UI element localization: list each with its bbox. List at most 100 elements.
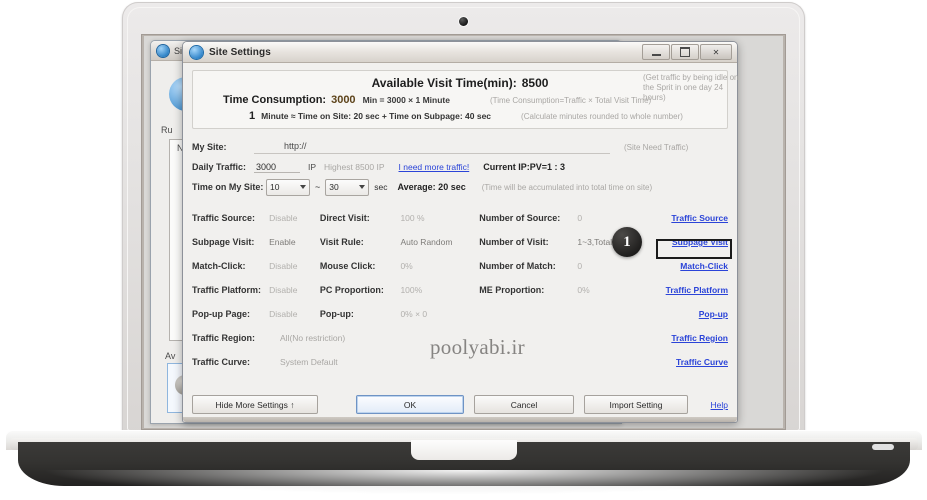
time-consumption-label: Time Consumption:	[223, 94, 327, 106]
popup-value: 0% × 0	[400, 309, 428, 319]
site-settings-icon	[190, 45, 203, 59]
available-visit-time-row: Available Visit Time(min): 8500	[201, 76, 719, 90]
settings-row-match-click: Match-Click: Disable Mouse Click: 0% Num…	[192, 254, 728, 278]
need-more-traffic-link[interactable]: I need more traffic!	[399, 162, 470, 172]
traffic-curve-link[interactable]: Traffic Curve	[676, 357, 728, 367]
popup-link[interactable]: Pop-up	[699, 309, 728, 319]
minute-number: 1	[249, 110, 256, 122]
callout-badge-1: 1	[612, 227, 642, 257]
time-range-separator: ~	[315, 182, 321, 192]
match-click-link[interactable]: Match-Click	[680, 261, 728, 271]
mouse-click-value: 0%	[400, 261, 413, 271]
minute-formula: Minute ≈ Time on Site: 20 sec + Time on …	[261, 111, 492, 121]
available-visit-time-label: Available Visit Time(min):	[371, 76, 517, 90]
subpage-visit-label: Subpage Visit:	[192, 237, 255, 247]
time-consumption-row: Time Consumption: 3000 Min = 3000 × 1 Mi…	[201, 94, 719, 106]
traffic-source-label: Traffic Source:	[192, 213, 256, 223]
popup-label: Pop-up:	[319, 309, 354, 319]
cancel-button[interactable]: Cancel	[474, 395, 574, 414]
ok-button[interactable]: OK	[356, 395, 464, 414]
daily-traffic-unit: IP	[308, 162, 317, 172]
dialog-titlebar[interactable]: Site Settings ✕	[183, 42, 737, 63]
minimize-button[interactable]	[642, 44, 670, 60]
dialog-footer: Hide More Settings ↑ OK Cancel Import Se…	[192, 395, 728, 414]
traffic-platform-link[interactable]: Traffic Platform	[666, 285, 728, 295]
import-setting-button[interactable]: Import Setting	[584, 395, 688, 414]
settings-row-popup-page: Pop-up Page: Disable Pop-up: 0% × 0 Pop-…	[192, 302, 728, 326]
number-of-visit-label: Number of Visit:	[479, 237, 549, 247]
dialog-title: Site Settings	[209, 46, 271, 58]
traffic-region-link[interactable]: Traffic Region	[671, 333, 728, 343]
average-time-text: Average: 20 sec	[397, 182, 466, 192]
number-of-source-label: Number of Source:	[479, 213, 561, 223]
number-of-match-label: Number of Match:	[479, 261, 556, 271]
close-button[interactable]: ✕	[700, 44, 732, 60]
laptop-base-glow	[40, 470, 888, 496]
my-site-label: My Site:	[192, 142, 227, 152]
direct-visit-value: 100 %	[400, 213, 425, 223]
help-link[interactable]: Help	[711, 400, 728, 410]
site-form: My Site: http:// (Site Need Traffic) Dai…	[192, 73, 738, 197]
pc-proportion-label: PC Proportion:	[319, 285, 384, 295]
time-min-value: 10	[270, 182, 280, 192]
site-settings-dialog[interactable]: Site Settings ✕ Available Visit Time(min…	[182, 41, 738, 423]
traffic-source-state: Disable	[269, 213, 298, 223]
time-max-select[interactable]: 30	[325, 178, 370, 196]
laptop-base-port	[872, 444, 894, 450]
time-min-select[interactable]: 10	[266, 178, 310, 196]
number-of-match-value: 0	[577, 261, 583, 271]
laptop-screen: Site Settings Ru Nu Av Site Settings	[144, 36, 783, 428]
chevron-down-icon	[359, 185, 366, 189]
close-icon: ✕	[712, 47, 720, 57]
maximize-button[interactable]	[671, 44, 699, 60]
daily-traffic-label: Daily Traffic:	[192, 162, 247, 172]
traffic-platform-label: Traffic Platform:	[192, 285, 262, 295]
background-label-available: Av	[165, 351, 176, 361]
visit-rule-label: Visit Rule:	[319, 237, 364, 247]
watermark: poolyabi.ir	[430, 335, 525, 359]
highest-traffic-text: Highest 8500 IP	[324, 162, 385, 172]
available-visit-time-value: 8500	[521, 76, 549, 90]
me-proportion-value: 0%	[577, 285, 590, 295]
minute-hint: (Calculate minutes rounded to whole numb…	[521, 112, 683, 121]
hide-more-settings-button[interactable]: Hide More Settings ↑	[192, 395, 318, 414]
popup-page-state: Disable	[269, 309, 298, 319]
laptop-base-notch	[411, 440, 517, 460]
popup-page-label: Pop-up Page:	[192, 309, 250, 319]
traffic-region-label: Traffic Region:	[192, 333, 256, 343]
daily-traffic-row: Daily Traffic: 3000 IP Highest 8500 IP I…	[192, 157, 728, 177]
direct-visit-label: Direct Visit:	[319, 213, 370, 223]
time-consumption-formula: Min = 3000 × 1 Minute	[362, 95, 450, 105]
mouse-click-label: Mouse Click:	[319, 261, 376, 271]
settings-row-traffic-platform: Traffic Platform: Disable PC Proportion:…	[192, 278, 728, 302]
traffic-platform-state: Disable	[269, 285, 298, 295]
minimize-icon	[651, 53, 661, 56]
time-unit-label: sec	[374, 182, 388, 192]
maximize-icon	[680, 47, 690, 57]
dialog-bottom-strip	[183, 417, 737, 422]
visit-rule-value: Auto Random	[400, 237, 453, 247]
time-consumption-hint: (Time Consumption=Traffic × Total Visit …	[489, 96, 652, 105]
daily-traffic-input[interactable]: 3000	[254, 162, 300, 173]
match-click-state: Disable	[269, 261, 298, 271]
traffic-source-link[interactable]: Traffic Source	[671, 213, 728, 223]
me-proportion-label: ME Proportion:	[479, 285, 545, 295]
app-icon	[157, 44, 169, 57]
pc-proportion-value: 100%	[400, 285, 423, 295]
time-accumulate-hint: (Time will be accumulated into total tim…	[481, 182, 653, 192]
chevron-down-icon	[300, 185, 306, 189]
time-consumption-value: 3000	[331, 94, 356, 106]
current-ip-pv-ratio: Current IP:PV=1 : 3	[483, 162, 566, 172]
time-on-site-row: Time on My Site: 10 ~ 30 sec Average: 20…	[192, 177, 728, 197]
time-on-site-label: Time on My Site:	[192, 182, 264, 192]
window-controls: ✕	[642, 44, 734, 60]
match-click-label: Match-Click:	[192, 261, 246, 271]
webcam-icon	[459, 17, 468, 26]
time-max-value: 30	[329, 182, 339, 192]
my-site-input[interactable]: http://	[254, 141, 610, 154]
background-label-run: Ru	[161, 125, 173, 135]
minute-formula-row: 1 Minute ≈ Time on Site: 20 sec + Time o…	[201, 110, 719, 122]
traffic-idle-hint: (Get traffic by being idle on the Sprit …	[643, 73, 739, 102]
number-of-source-value: 0	[577, 213, 583, 223]
dialog-body: Available Visit Time(min): 8500 Time Con…	[183, 63, 738, 422]
